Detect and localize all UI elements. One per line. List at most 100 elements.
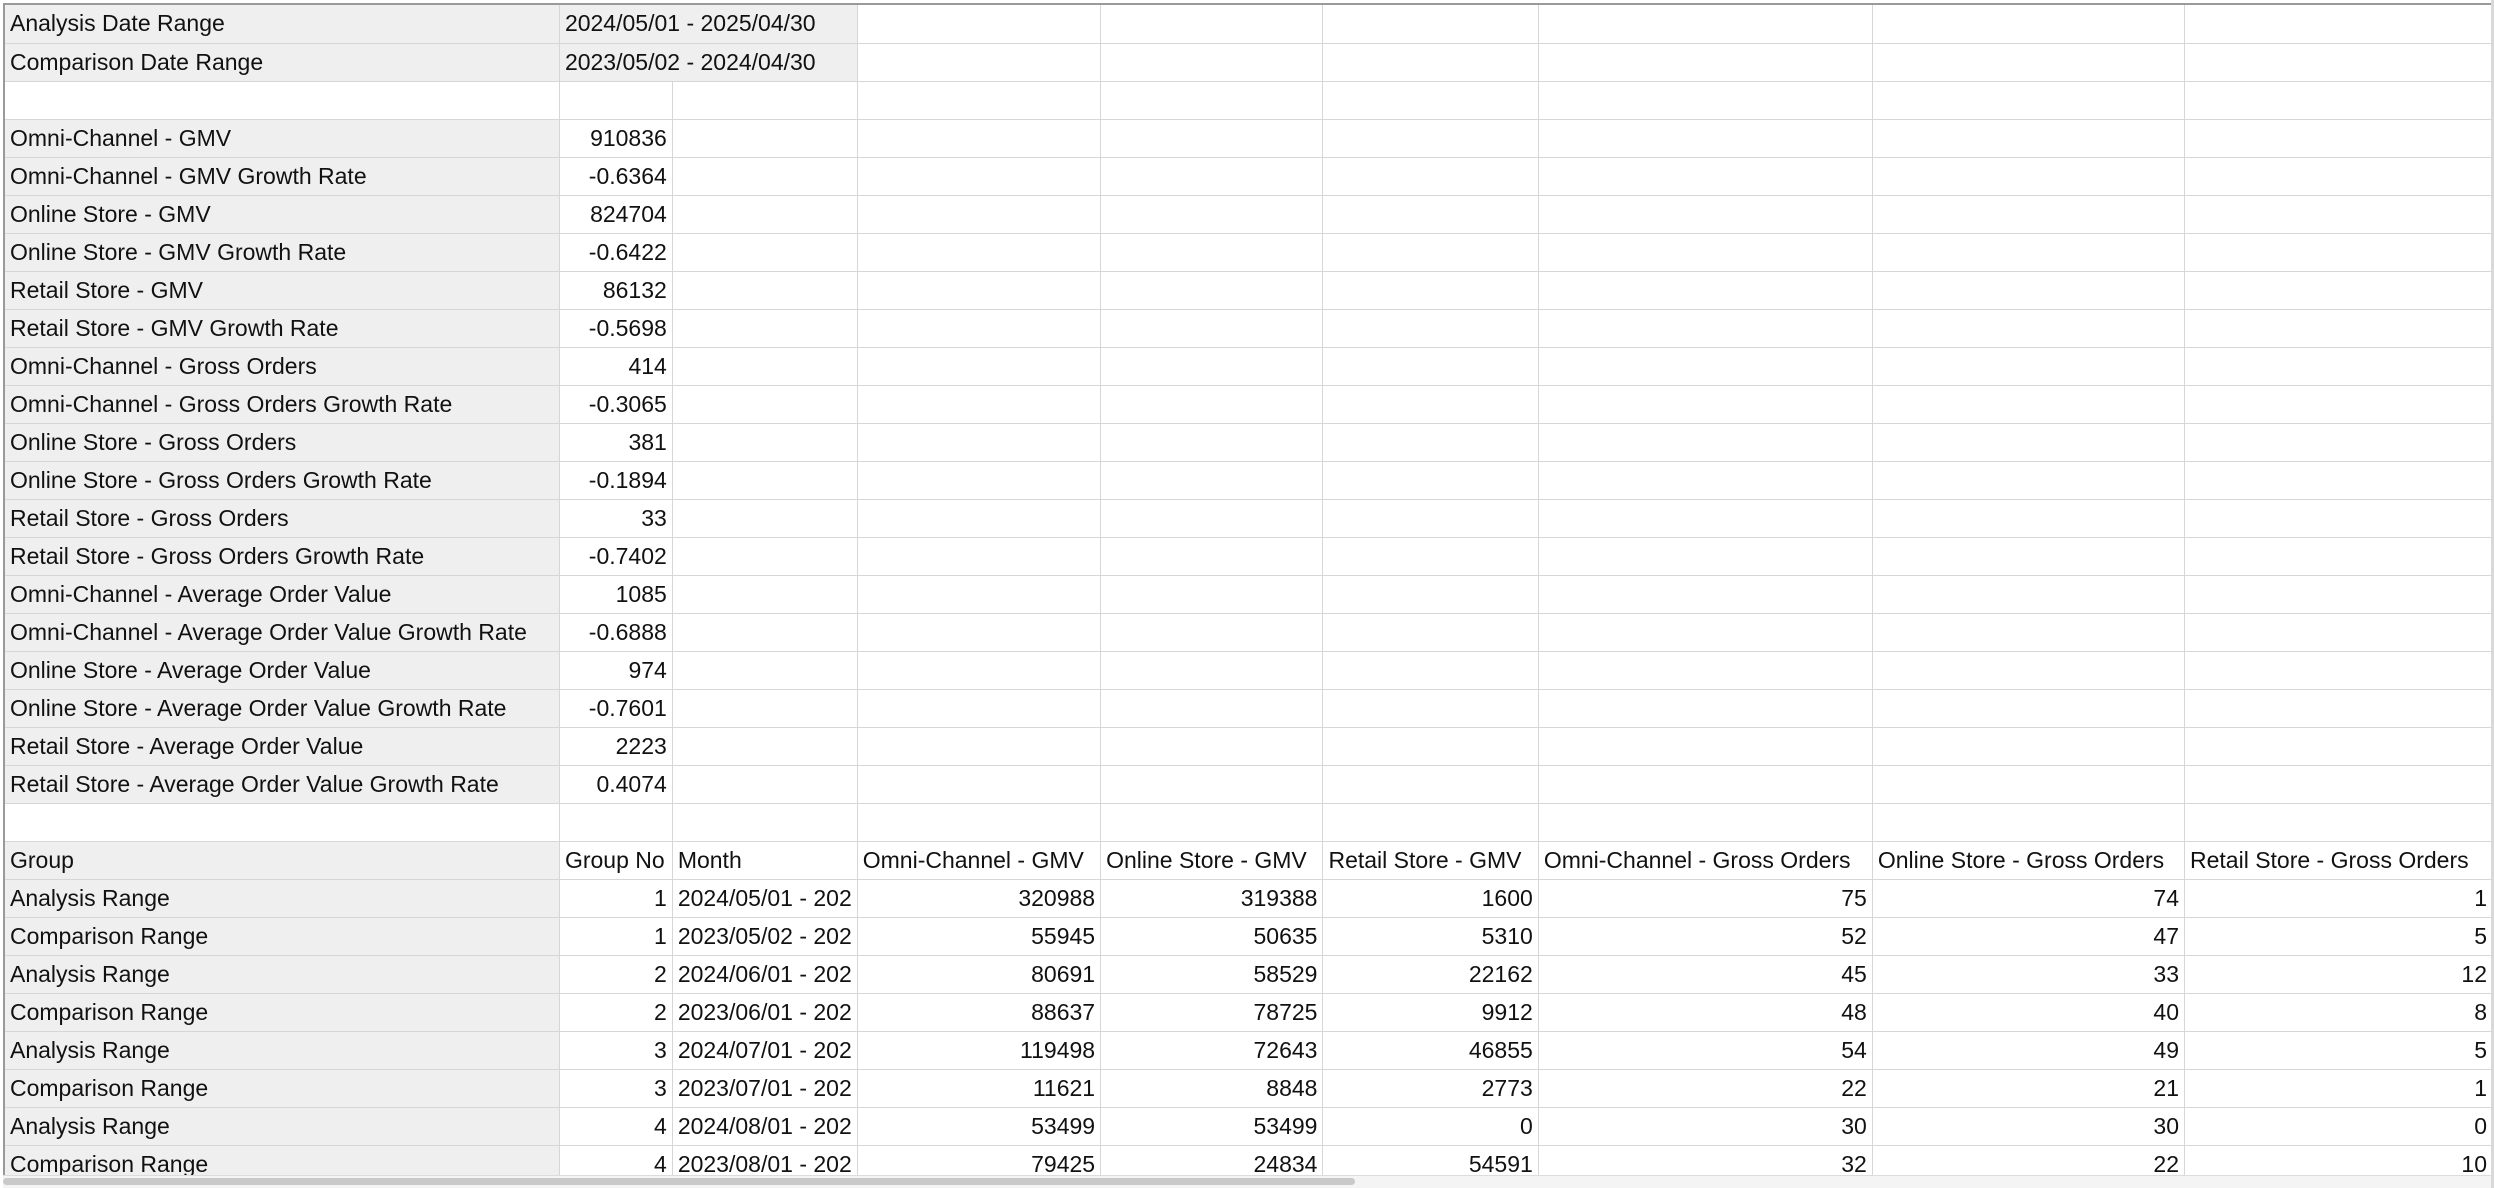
empty-cell[interactable]	[1322, 347, 1539, 386]
value-cell[interactable]: 32	[1538, 1145, 1873, 1175]
empty-cell[interactable]	[2184, 499, 2493, 538]
metric-label[interactable]: Online Store - Gross Orders Growth Rate	[5, 461, 560, 500]
empty-cell[interactable]	[857, 119, 1102, 158]
empty-cell[interactable]	[559, 81, 673, 120]
value-cell[interactable]: 22	[1538, 1069, 1873, 1108]
value-cell[interactable]: 45	[1538, 955, 1873, 994]
empty-cell[interactable]	[5, 81, 560, 120]
empty-cell[interactable]	[1538, 537, 1873, 576]
empty-cell[interactable]	[1100, 575, 1324, 614]
empty-cell[interactable]	[2184, 195, 2493, 234]
spreadsheet-grid[interactable]: Analysis Date Range 2024/05/01 - 2025/04/…	[3, 3, 2493, 1175]
month-cell[interactable]: 2024/08/01 - 202	[672, 1107, 858, 1146]
metric-value[interactable]: -0.7601	[559, 689, 673, 728]
empty-cell[interactable]	[1872, 233, 2186, 272]
empty-cell[interactable]	[1322, 651, 1539, 690]
empty-cell[interactable]	[857, 347, 1102, 386]
column-header[interactable]: Group	[5, 841, 560, 880]
column-header[interactable]: Month	[672, 841, 858, 880]
empty-cell[interactable]	[1872, 5, 2186, 44]
empty-cell[interactable]	[1538, 233, 1873, 272]
metric-value[interactable]: 1085	[559, 575, 673, 614]
empty-cell[interactable]	[5, 803, 560, 842]
metric-label[interactable]: Online Store - Gross Orders	[5, 423, 560, 462]
metric-label[interactable]: Retail Store - Gross Orders	[5, 499, 560, 538]
value-cell[interactable]: 54	[1538, 1031, 1873, 1070]
column-header[interactable]: Online Store - Gross Orders	[1872, 841, 2186, 880]
metric-label[interactable]: Retail Store - Average Order Value	[5, 727, 560, 766]
empty-cell[interactable]	[1872, 119, 2186, 158]
empty-cell[interactable]	[1322, 423, 1539, 462]
empty-cell[interactable]	[857, 233, 1102, 272]
value-cell[interactable]: 53499	[857, 1107, 1102, 1146]
empty-cell[interactable]	[2184, 347, 2493, 386]
empty-cell[interactable]	[1872, 195, 2186, 234]
value-cell[interactable]: 30	[1872, 1107, 2186, 1146]
empty-cell[interactable]	[1100, 81, 1324, 120]
empty-cell[interactable]	[672, 803, 858, 842]
empty-cell[interactable]	[857, 423, 1102, 462]
metric-value[interactable]: 86132	[559, 271, 673, 310]
date-range-label[interactable]: Analysis Date Range	[5, 5, 560, 44]
empty-cell[interactable]	[1100, 119, 1324, 158]
empty-cell[interactable]	[2184, 537, 2493, 576]
metric-value[interactable]: -0.7402	[559, 537, 673, 576]
value-cell[interactable]: 10	[2184, 1145, 2493, 1175]
empty-cell[interactable]	[2184, 309, 2493, 348]
metric-value[interactable]: -0.6888	[559, 613, 673, 652]
empty-cell[interactable]	[1872, 575, 2186, 614]
empty-cell[interactable]	[1538, 689, 1873, 728]
value-cell[interactable]: 24834	[1100, 1145, 1324, 1175]
empty-cell[interactable]	[857, 157, 1102, 196]
empty-cell[interactable]	[1538, 575, 1873, 614]
metric-label[interactable]: Retail Store - GMV	[5, 271, 560, 310]
value-cell[interactable]: 75	[1538, 879, 1873, 918]
empty-cell[interactable]	[2184, 575, 2493, 614]
value-cell[interactable]: 72643	[1100, 1031, 1324, 1070]
value-cell[interactable]: 33	[1872, 955, 2186, 994]
empty-cell[interactable]	[1100, 43, 1324, 82]
column-header[interactable]: Omni-Channel - GMV	[857, 841, 1102, 880]
empty-cell[interactable]	[1100, 271, 1324, 310]
value-cell[interactable]: 1	[2184, 1069, 2493, 1108]
value-cell[interactable]: 22162	[1322, 955, 1539, 994]
empty-cell[interactable]	[1872, 727, 2186, 766]
metric-label[interactable]: Online Store - GMV Growth Rate	[5, 233, 560, 272]
empty-cell[interactable]	[1538, 347, 1873, 386]
value-cell[interactable]: 79425	[857, 1145, 1102, 1175]
metric-value[interactable]: 824704	[559, 195, 673, 234]
empty-cell[interactable]	[1872, 461, 2186, 500]
date-range-label[interactable]: Comparison Date Range	[5, 43, 560, 82]
metric-label[interactable]: Retail Store - Gross Orders Growth Rate	[5, 537, 560, 576]
metric-label[interactable]: Retail Store - Average Order Value Growt…	[5, 765, 560, 804]
empty-cell[interactable]	[1538, 43, 1873, 82]
empty-cell[interactable]	[857, 195, 1102, 234]
date-range-value[interactable]: 2024/05/01 - 2025/04/30	[559, 5, 858, 44]
month-cell[interactable]: 2024/06/01 - 202	[672, 955, 858, 994]
metric-label[interactable]: Retail Store - GMV Growth Rate	[5, 309, 560, 348]
value-cell[interactable]: 9912	[1322, 993, 1539, 1032]
value-cell[interactable]: 21	[1872, 1069, 2186, 1108]
empty-cell[interactable]	[2184, 803, 2493, 842]
empty-cell[interactable]	[857, 499, 1102, 538]
empty-cell[interactable]	[1322, 271, 1539, 310]
empty-cell[interactable]	[1872, 81, 2186, 120]
empty-cell[interactable]	[672, 499, 858, 538]
horizontal-scrollbar[interactable]	[3, 1175, 2493, 1188]
value-cell[interactable]: 88637	[857, 993, 1102, 1032]
group-cell[interactable]: Comparison Range	[5, 993, 560, 1032]
empty-cell[interactable]	[672, 461, 858, 500]
empty-cell[interactable]	[1100, 537, 1324, 576]
empty-cell[interactable]	[1100, 613, 1324, 652]
empty-cell[interactable]	[1538, 765, 1873, 804]
empty-cell[interactable]	[2184, 765, 2493, 804]
empty-cell[interactable]	[2184, 651, 2493, 690]
empty-cell[interactable]	[1100, 651, 1324, 690]
empty-cell[interactable]	[857, 765, 1102, 804]
empty-cell[interactable]	[672, 575, 858, 614]
metric-value[interactable]: 33	[559, 499, 673, 538]
value-cell[interactable]: 22	[1872, 1145, 2186, 1175]
value-cell[interactable]: 5	[2184, 1031, 2493, 1070]
empty-cell[interactable]	[1538, 803, 1873, 842]
metric-value[interactable]: -0.6422	[559, 233, 673, 272]
